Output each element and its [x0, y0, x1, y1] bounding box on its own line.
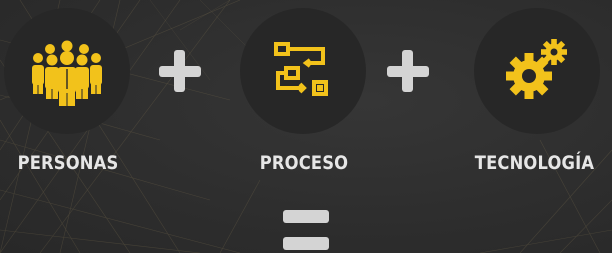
- process-flow-icon: [274, 42, 328, 96]
- label-proceso: PROCESO: [259, 152, 349, 174]
- equals-operator: [283, 210, 329, 253]
- diagram-canvas: PERSONAS PROCESO TECNOLOGÍA: [0, 0, 612, 253]
- plus-operator-2: [387, 50, 429, 92]
- equals-bar-bottom: [283, 237, 329, 250]
- gears-icon: [506, 39, 567, 99]
- people-group-icon: [32, 40, 102, 106]
- label-tecnologia: TECNOLOGÍA: [474, 152, 595, 174]
- label-personas: PERSONAS: [17, 152, 119, 174]
- tecnologia-circle: [474, 8, 600, 134]
- proceso-circle: [240, 8, 366, 134]
- plus-operator-1: [159, 50, 201, 92]
- equals-bar-top: [283, 210, 329, 223]
- personas-circle: [4, 8, 130, 134]
